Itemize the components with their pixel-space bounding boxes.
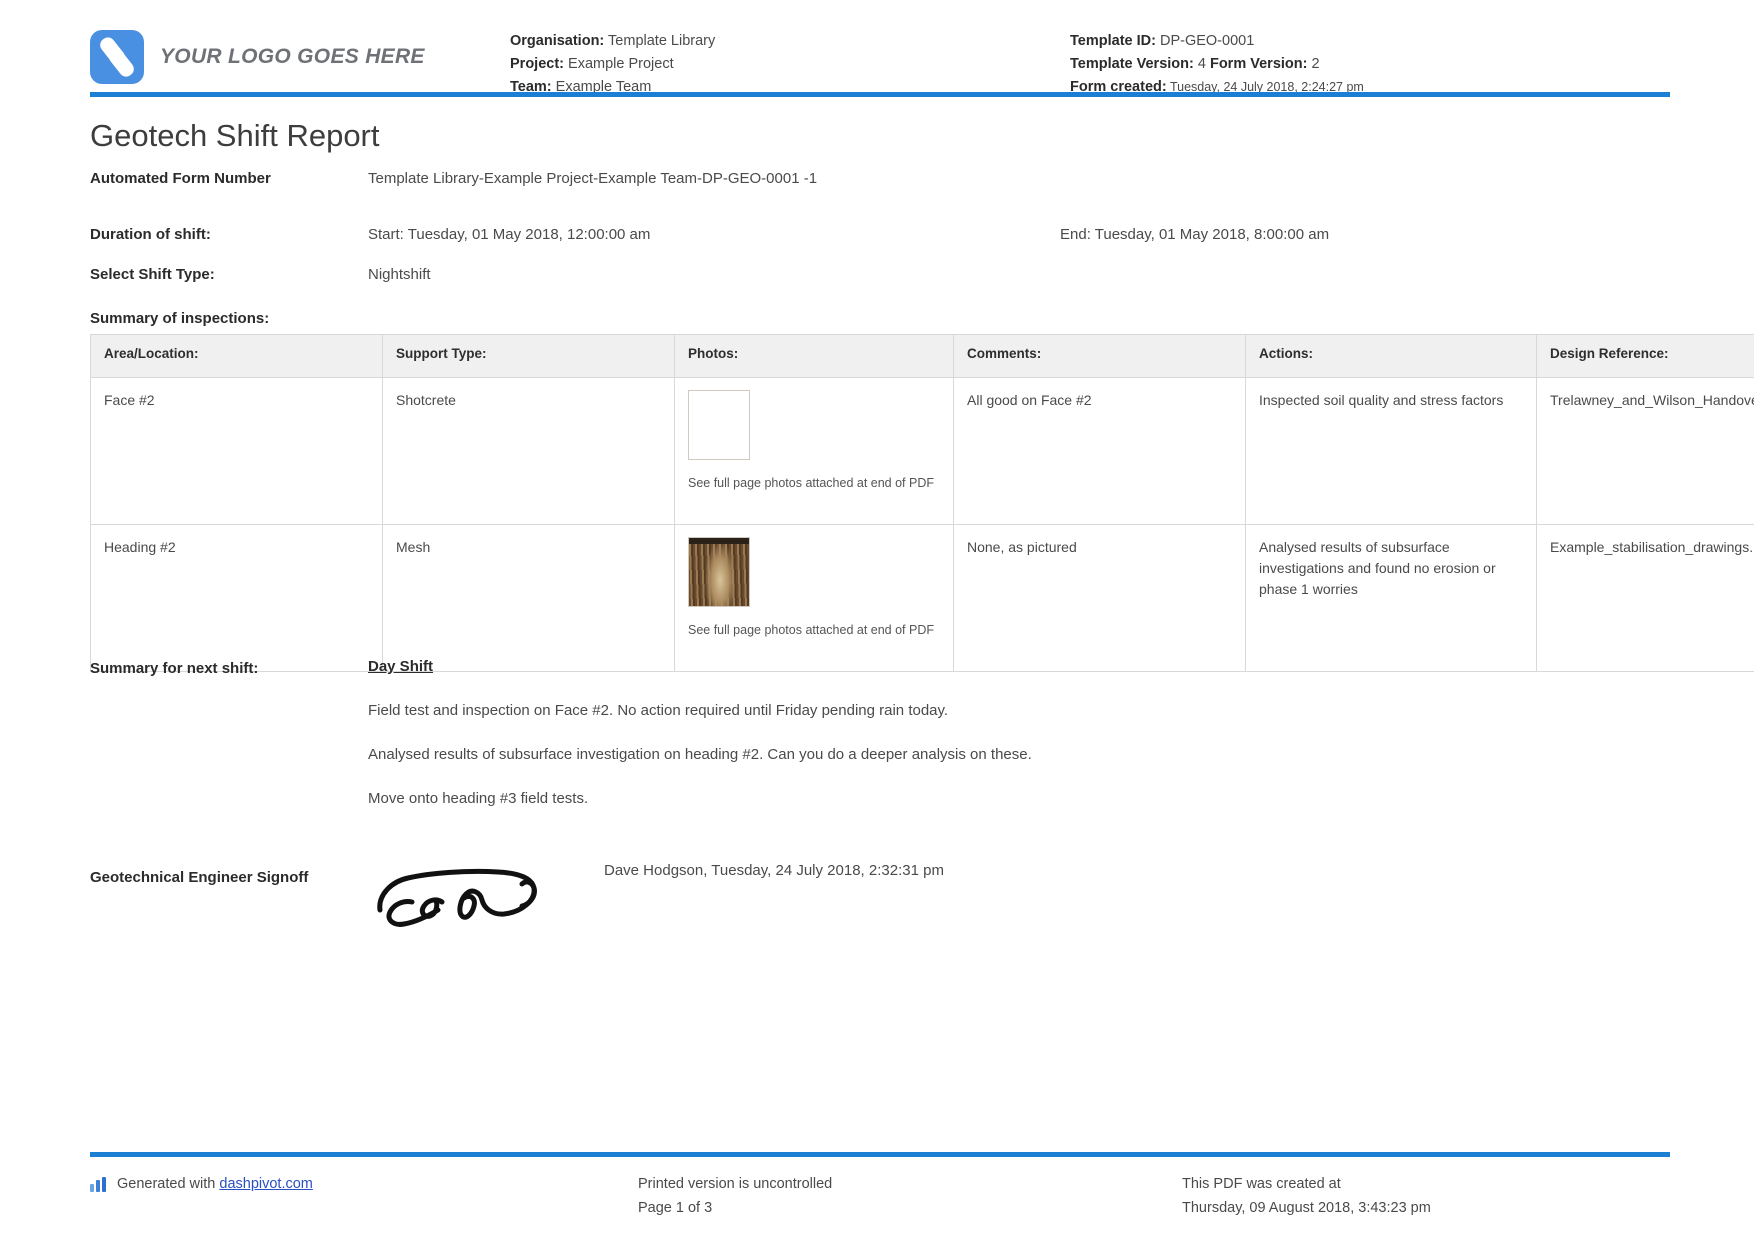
organisation-label: Organisation: bbox=[510, 33, 605, 49]
organisation-value: Template Library bbox=[608, 33, 716, 49]
project-row: Project: Example Project bbox=[510, 53, 1070, 76]
cell-actions: Analysed results of subsurface investiga… bbox=[1245, 524, 1537, 672]
cell-actions: Inspected soil quality and stress factor… bbox=[1245, 377, 1537, 525]
column-header-comments: Comments: bbox=[953, 334, 1246, 378]
summary-of-inspections-label: Summary of inspections: bbox=[90, 310, 270, 327]
page-title: Geotech Shift Report bbox=[90, 118, 380, 153]
photo-caption: See full page photos attached at end of … bbox=[688, 476, 935, 490]
organisation-row: Organisation: Template Library bbox=[510, 30, 1070, 53]
table-row: Face #2 Shotcrete See full page photos a… bbox=[90, 377, 1754, 525]
template-id-row: Template ID: DP-GEO-0001 bbox=[1070, 30, 1630, 53]
document-header: YOUR LOGO GOES HERE Organisation: Templa… bbox=[90, 18, 1670, 95]
cell-comments: None, as pictured bbox=[953, 524, 1246, 672]
select-shift-type-label: Select Shift Type: bbox=[90, 266, 215, 283]
column-header-design-reference: Design Reference: bbox=[1536, 334, 1754, 378]
logo-block: YOUR LOGO GOES HERE bbox=[90, 18, 510, 84]
footer-print-notice: Printed version is uncontrolled Page 1 o… bbox=[638, 1172, 832, 1220]
inspections-table: Area/Location: Support Type: Photos: Com… bbox=[90, 334, 1754, 672]
shift-end-value: End: Tuesday, 01 May 2018, 8:00:00 am bbox=[1060, 226, 1330, 243]
logo-text: YOUR LOGO GOES HERE bbox=[160, 45, 425, 68]
cell-support-type: Mesh bbox=[382, 524, 675, 672]
form-version-label: Form Version: bbox=[1209, 56, 1308, 72]
footer-generated-prefix: Generated with bbox=[117, 1176, 220, 1192]
cell-support-type: Shotcrete bbox=[382, 377, 675, 525]
column-header-area-location: Area/Location: bbox=[90, 334, 383, 378]
document-page: YOUR LOGO GOES HERE Organisation: Templa… bbox=[0, 0, 1754, 1240]
template-id-label: Template ID: bbox=[1070, 33, 1156, 49]
table-row: Heading #2 Mesh See full page photos att… bbox=[90, 524, 1754, 672]
shift-start-value: Start: Tuesday, 01 May 2018, 12:00:00 am bbox=[368, 226, 651, 243]
next-shift-paragraph-2: Analysed results of subsurface investiga… bbox=[368, 746, 1032, 763]
footer-page-number: Page 1 of 3 bbox=[638, 1200, 713, 1216]
footer-pdf-created: This PDF was created at Thursday, 09 Aug… bbox=[1182, 1172, 1431, 1220]
next-shift-paragraph-3: Move onto heading #3 field tests. bbox=[368, 790, 589, 807]
project-value: Example Project bbox=[568, 56, 674, 72]
automated-form-number-label: Automated Form Number bbox=[90, 170, 271, 187]
tunnel-heading-photo[interactable] bbox=[688, 537, 750, 607]
footer-created-value: Thursday, 09 August 2018, 3:43:23 pm bbox=[1182, 1200, 1431, 1216]
cell-area-location: Heading #2 bbox=[90, 524, 383, 672]
signoff-signed-by: Dave Hodgson, Tuesday, 24 July 2018, 2:3… bbox=[604, 862, 944, 879]
next-shift-paragraph-1: Field test and inspection on Face #2. No… bbox=[368, 702, 949, 719]
project-label: Project: bbox=[510, 56, 564, 72]
summary-next-shift-label: Summary for next shift: bbox=[90, 660, 259, 677]
column-header-actions: Actions: bbox=[1245, 334, 1537, 378]
template-version-value: 4 bbox=[1197, 56, 1206, 72]
select-shift-type-value: Nightshift bbox=[368, 266, 431, 283]
header-meta-organisation: Organisation: Template Library Project: … bbox=[510, 18, 1070, 99]
cell-comments: All good on Face #2 bbox=[953, 377, 1246, 525]
duration-of-shift-label: Duration of shift: bbox=[90, 226, 211, 243]
header-meta-template: Template ID: DP-GEO-0001 Template Versio… bbox=[1070, 18, 1630, 99]
form-version-value: 2 bbox=[1311, 56, 1320, 72]
handwritten-signature bbox=[372, 858, 562, 938]
table-header-row: Area/Location: Support Type: Photos: Com… bbox=[90, 334, 1754, 378]
footer-uncontrolled-notice: Printed version is uncontrolled bbox=[638, 1176, 833, 1192]
dashpivot-logo-icon bbox=[90, 30, 144, 84]
automated-form-number-value: Template Library-Example Project-Example… bbox=[368, 170, 818, 187]
header-divider bbox=[90, 92, 1670, 97]
template-version-label: Template Version: bbox=[1070, 56, 1194, 72]
cell-photos: See full page photos attached at end of … bbox=[674, 524, 954, 672]
signoff-label: Geotechnical Engineer Signoff bbox=[90, 869, 309, 886]
column-header-photos: Photos: bbox=[674, 334, 954, 378]
cell-design-reference: Example_stabilisation_drawings.pdf bbox=[1536, 524, 1754, 672]
footer-generated-with: Generated with dashpivot.com bbox=[90, 1172, 313, 1196]
cell-area-location: Face #2 bbox=[90, 377, 383, 525]
cell-photos: See full page photos attached at end of … bbox=[674, 377, 954, 525]
bar-chart-icon bbox=[90, 1177, 108, 1192]
footer-generated-text: Generated with dashpivot.com bbox=[117, 1172, 313, 1196]
footer-divider bbox=[90, 1152, 1670, 1157]
column-header-support-type: Support Type: bbox=[382, 334, 675, 378]
template-id-value: DP-GEO-0001 bbox=[1159, 33, 1255, 49]
next-shift-name: Day Shift bbox=[368, 658, 434, 675]
dashpivot-link[interactable]: dashpivot.com bbox=[219, 1176, 313, 1192]
cell-design-reference: Trelawney_and_Wilson_Handover.pdf bbox=[1536, 377, 1754, 525]
footer-created-label: This PDF was created at bbox=[1182, 1176, 1341, 1192]
version-row: Template Version: 4 Form Version: 2 bbox=[1070, 53, 1630, 76]
photo-caption: See full page photos attached at end of … bbox=[688, 623, 935, 637]
soil-face-photo[interactable] bbox=[688, 390, 750, 460]
